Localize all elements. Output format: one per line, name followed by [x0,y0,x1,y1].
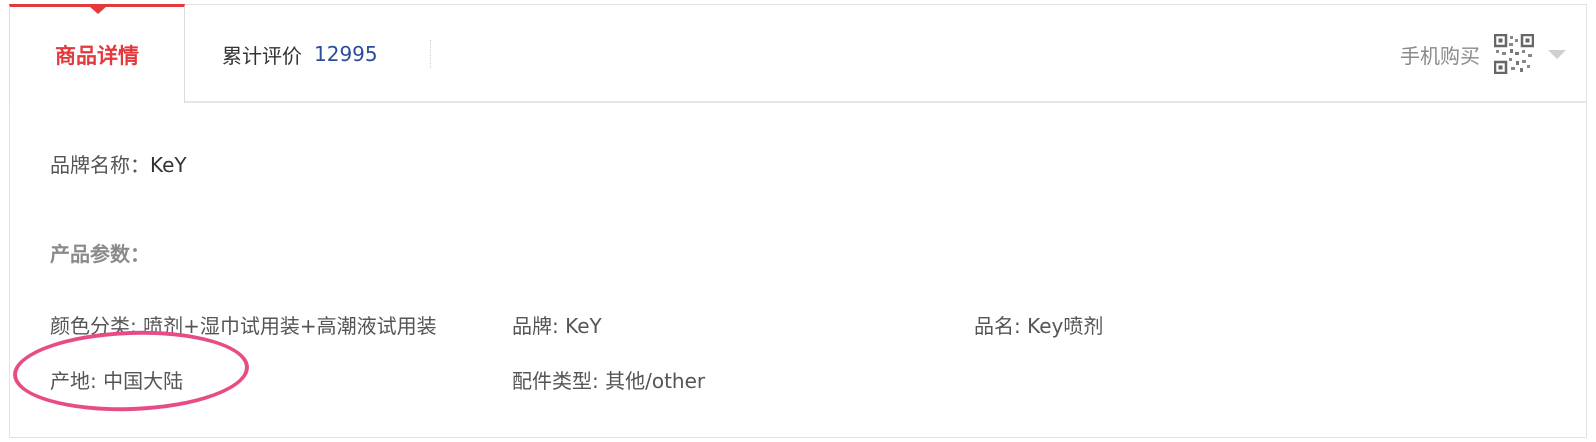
qr-code-icon [1493,33,1535,75]
tab-product-detail[interactable]: 商品详情 [9,4,185,103]
mobile-buy-button[interactable]: 手机购买 [1400,5,1566,103]
tab-reviews[interactable]: 累计评价 12995 [222,5,378,103]
brand-name-row: 品牌名称：KeY [50,149,187,178]
brand-name-value: KeY [150,153,187,177]
param-product-name: 品名: Key喷剂 [974,314,1104,338]
tab-product-detail-label: 商品详情 [55,44,139,68]
param-color-category: 颜色分类: 喷剂+湿巾试用装+高潮液试用装 [50,314,437,338]
chevron-down-icon[interactable] [1548,49,1566,59]
product-info-panel: 商品详情 累计评价 12995 手机购买 品牌名称：KeY 产品参数： 颜色分类… [9,4,1587,438]
param-accessory-type: 配件类型: 其他/other [512,369,706,393]
mobile-buy-label: 手机购买 [1400,43,1480,68]
active-tab-pointer-icon [89,6,107,14]
param-origin: 产地: 中国大陆 [50,369,184,393]
brand-name-label: 品牌名称： [50,153,150,177]
review-count: 12995 [314,42,378,66]
product-params-title: 产品参数： [50,242,150,266]
param-brand: 品牌: KeY [512,314,602,338]
tab-reviews-label: 累计评价 [222,43,302,68]
tab-bar: 商品详情 累计评价 12995 手机购买 [9,4,1586,103]
tab-divider [430,40,431,68]
